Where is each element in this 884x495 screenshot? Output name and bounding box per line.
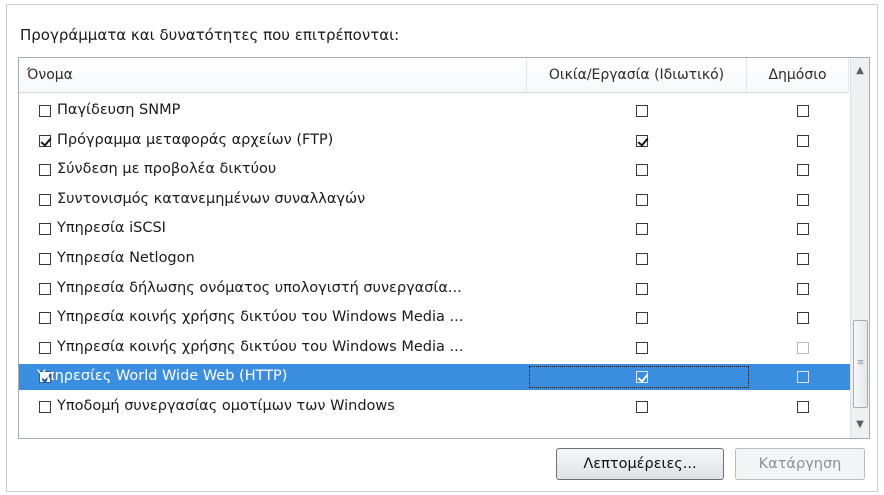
program-name: Συντονισμός κατανεμημένων συναλλαγών xyxy=(57,190,366,207)
list-row[interactable]: Υπηρεσία Netlogon xyxy=(19,246,849,276)
chevron-up-icon[interactable]: ▲ xyxy=(851,62,869,80)
public-checkbox[interactable] xyxy=(797,312,809,325)
list-row[interactable]: Υπηρεσίες World Wide Web (HTTP) xyxy=(19,364,851,394)
program-name: Υποδομή συνεργασίας ομοτίμων των Windows xyxy=(57,397,395,414)
home-work-checkbox[interactable] xyxy=(636,312,648,325)
list-row[interactable]: Υπηρεσία κοινής χρήσης δικτύου του Windo… xyxy=(19,335,849,365)
enable-checkbox[interactable] xyxy=(39,193,51,206)
remove-button[interactable]: Κατάργηση xyxy=(735,448,865,480)
home-work-checkbox[interactable] xyxy=(636,341,648,354)
enable-checkbox[interactable] xyxy=(39,105,51,117)
public-checkbox[interactable] xyxy=(797,252,809,265)
list-row[interactable]: Σύνδεση με προβολέα δικτύου xyxy=(19,157,849,187)
program-name: Πρόγραμμα μεταφοράς αρχείων (FTP) xyxy=(57,131,334,148)
home-work-checkbox[interactable] xyxy=(636,193,648,206)
vertical-scrollbar[interactable]: ▲ ≡ ▼ xyxy=(850,58,869,438)
enable-checkbox[interactable] xyxy=(39,282,51,295)
program-name: Παγίδευση SNMP xyxy=(57,102,181,118)
list-row[interactable]: Υπηρεσία δήλωσης ονόματος υπολογιστή συν… xyxy=(19,276,849,306)
home-work-checkbox[interactable] xyxy=(636,223,648,236)
home-work-checkbox[interactable] xyxy=(636,164,648,177)
list-row[interactable]: Συντονισμός κατανεμημένων συναλλαγών xyxy=(19,187,849,217)
program-name: Υπηρεσία iSCSI xyxy=(57,220,166,237)
home-work-checkbox[interactable] xyxy=(636,252,648,265)
enable-checkbox[interactable] xyxy=(39,252,51,265)
home-work-checkbox[interactable] xyxy=(636,400,648,413)
program-name: Σύνδεση με προβολέα δικτύου xyxy=(57,161,277,178)
column-header-public[interactable]: Δημόσιο xyxy=(747,58,849,92)
list-row[interactable]: Παγίδευση SNMP xyxy=(19,98,849,128)
public-checkbox[interactable] xyxy=(797,282,809,295)
column-header-home-work[interactable]: Οικία/Εργασία (Ιδιωτικό) xyxy=(527,58,747,92)
public-checkbox[interactable] xyxy=(797,371,809,384)
program-name: Υπηρεσία δήλωσης ονόματος υπολογιστή συν… xyxy=(57,279,462,296)
program-name: Υπηρεσία κοινής χρήσης δικτύου του Windo… xyxy=(57,338,464,355)
grip-icon: ≡ xyxy=(856,358,865,368)
enable-checkbox[interactable] xyxy=(39,223,51,236)
home-work-checkbox[interactable] xyxy=(636,282,648,295)
list-rows: Παγίδευση SNMP Πρόγραμμα μεταφοράς αρχείω… xyxy=(19,98,851,424)
allowed-programs-caption: Προγράμματα και δυνατότητες που επιτρέπο… xyxy=(20,26,400,44)
scrollbar-thumb[interactable]: ≡ xyxy=(853,320,868,408)
list-row[interactable]: Υποδομή συνεργασίας ομοτίμων των Windows xyxy=(19,394,849,424)
enable-checkbox[interactable] xyxy=(39,134,51,147)
list-header: Όνομα Οικία/Εργασία (Ιδιωτικό) Δημόσιο xyxy=(19,58,849,93)
details-button[interactable]: Λεπτομέρειες... xyxy=(556,448,724,480)
public-checkbox[interactable] xyxy=(797,400,809,413)
public-checkbox[interactable] xyxy=(797,193,809,206)
home-work-checkbox[interactable] xyxy=(636,371,648,384)
enable-checkbox[interactable] xyxy=(39,341,51,354)
column-header-name[interactable]: Όνομα xyxy=(19,58,527,92)
public-checkbox[interactable] xyxy=(797,164,809,177)
enable-checkbox[interactable] xyxy=(39,164,51,177)
public-checkbox[interactable] xyxy=(797,134,809,147)
chevron-down-icon[interactable]: ▼ xyxy=(851,416,869,434)
list-row[interactable]: Πρόγραμμα μεταφοράς αρχείων (FTP) xyxy=(19,128,849,158)
home-work-checkbox[interactable] xyxy=(636,105,648,117)
enable-checkbox[interactable] xyxy=(39,400,51,413)
enable-checkbox[interactable] xyxy=(39,312,51,325)
list-row[interactable]: Υπηρεσία iSCSI xyxy=(19,216,849,246)
public-checkbox[interactable] xyxy=(797,223,809,236)
list-row[interactable]: Υπηρεσία κοινής χρήσης δικτύου του Windo… xyxy=(19,305,849,335)
program-name: Υπηρεσία κοινής χρήσης δικτύου του Windo… xyxy=(57,309,464,326)
program-name: Υπηρεσίες World Wide Web (HTTP) xyxy=(37,368,288,385)
home-work-checkbox[interactable] xyxy=(636,134,648,147)
public-checkbox[interactable] xyxy=(797,341,809,354)
public-checkbox[interactable] xyxy=(797,105,809,117)
allowed-programs-list[interactable]: Όνομα Οικία/Εργασία (Ιδιωτικό) Δημόσιο Π… xyxy=(18,57,870,439)
program-name: Υπηρεσία Netlogon xyxy=(57,249,195,266)
